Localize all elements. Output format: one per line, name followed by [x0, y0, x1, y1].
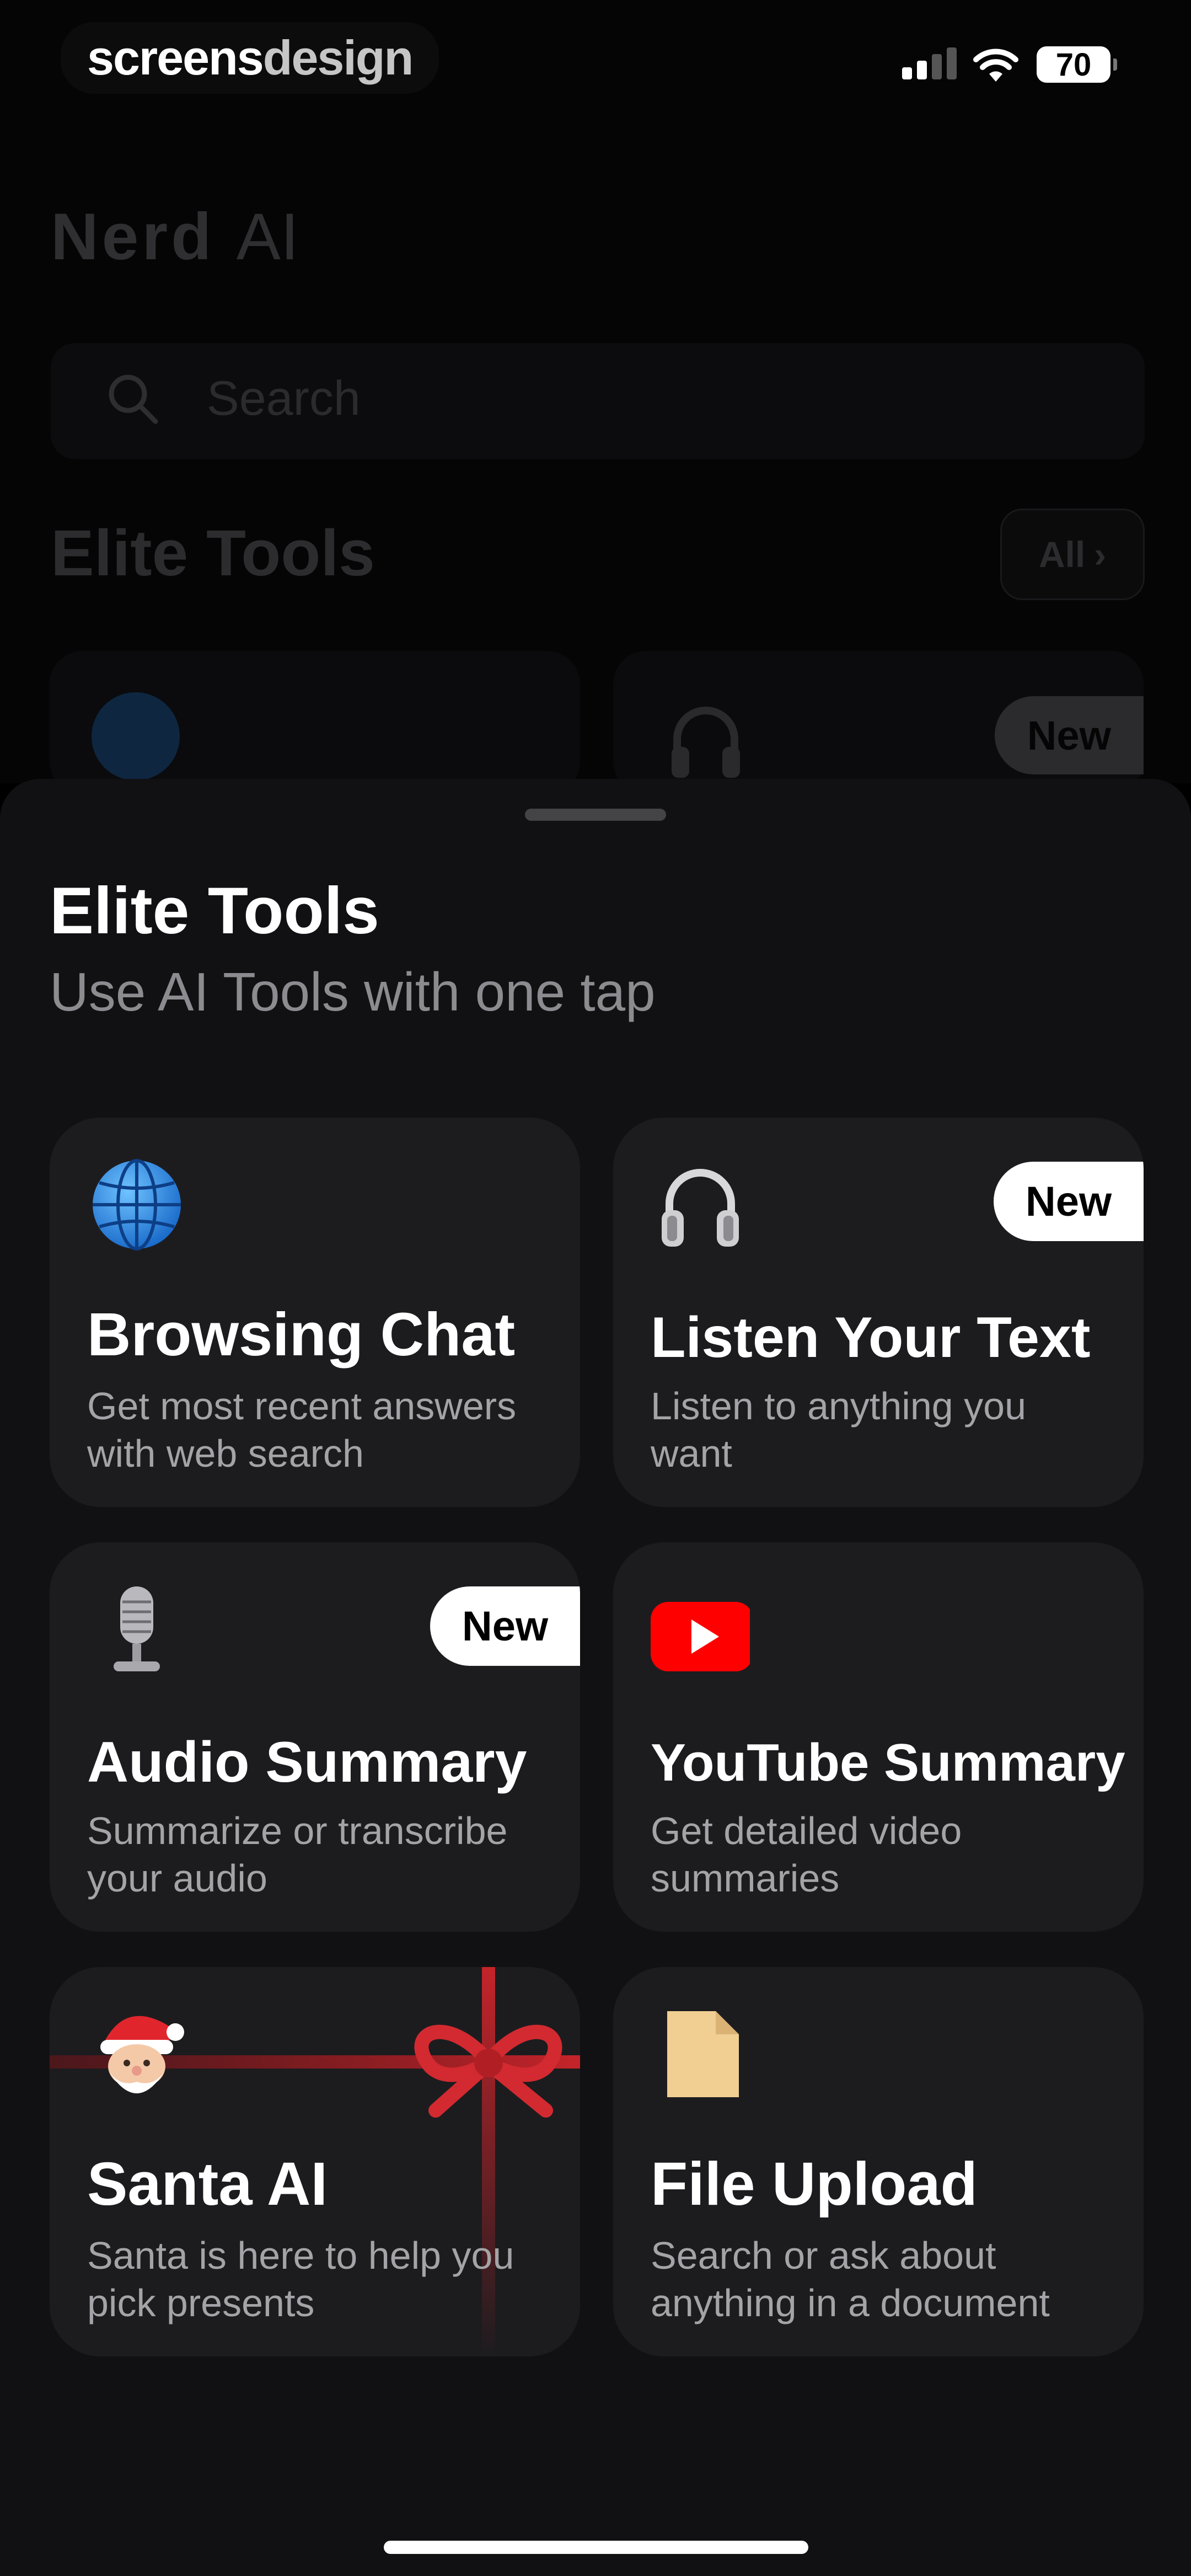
globe-icon — [93, 1159, 181, 1250]
document-icon — [667, 2011, 739, 2097]
tool-title: Audio Summary — [87, 1730, 527, 1794]
sheet-subtitle: Use AI Tools with one tap — [50, 961, 656, 1022]
battery-indicator: 70 — [1037, 46, 1117, 83]
sheet-title: Elite Tools — [50, 874, 379, 948]
tool-card-file-upload[interactable]: File Upload Search or ask about anything… — [613, 1967, 1144, 2356]
tool-description: Get most recent answers with web search — [87, 1385, 517, 1475]
tool-card-browsing-chat[interactable]: Browsing Chat Get most recent answers wi… — [50, 1118, 580, 1507]
search-icon — [109, 375, 158, 424]
headphones-icon — [672, 707, 740, 778]
tool-description: Search or ask about anything in a docume… — [651, 2234, 1050, 2324]
tool-card-listen-your-text[interactable]: New Listen Your Text Listen to anything … — [613, 1118, 1144, 1507]
globe-icon — [92, 692, 180, 781]
santa-icon — [100, 2016, 184, 2093]
tool-title: Listen Your Text — [651, 1306, 1091, 1370]
home-indicator[interactable] — [384, 2541, 808, 2554]
tool-card-santa-ai[interactable]: Santa AI Santa is here to help you pick … — [50, 1967, 580, 2356]
new-badge: New — [994, 1162, 1144, 1241]
youtube-icon — [651, 1602, 750, 1671]
search-placeholder: Search — [207, 371, 361, 425]
new-badge: New — [430, 1586, 580, 1666]
tool-description: Get detailed video summaries — [651, 1809, 962, 1900]
tool-title: File Upload — [651, 2150, 978, 2218]
new-badge: New — [995, 696, 1144, 774]
tool-card-audio-summary[interactable]: New Audio Summary Summarize or transcrib… — [50, 1542, 580, 1932]
tool-description: Summarize or transcribe your audio — [87, 1809, 508, 1900]
tool-description: Listen to anything you want — [651, 1385, 1027, 1475]
status-bar: screens design 70 — [0, 0, 1191, 127]
chevron-right-icon: › — [1094, 534, 1107, 575]
tool-card-youtube-summary[interactable]: YouTube Summary Get detailed video summa… — [613, 1542, 1144, 1932]
wifi-icon — [973, 49, 1018, 82]
app-title: Nerd AI — [51, 200, 299, 274]
sheet-grabber[interactable] — [525, 809, 666, 821]
tool-title: YouTube Summary — [651, 1733, 1125, 1792]
headphones-icon — [662, 1169, 739, 1247]
cellular-signal-icon — [902, 47, 957, 79]
see-all-button[interactable]: All › — [1000, 509, 1145, 600]
watermark-logo: screens design — [61, 22, 439, 94]
microphone-icon — [114, 1586, 160, 1671]
tool-description: Santa is here to help you pick presents — [87, 2234, 514, 2324]
tool-title: Santa AI — [87, 2150, 328, 2218]
tool-title: Browsing Chat — [87, 1301, 516, 1369]
section-title: Elite Tools — [51, 517, 375, 590]
